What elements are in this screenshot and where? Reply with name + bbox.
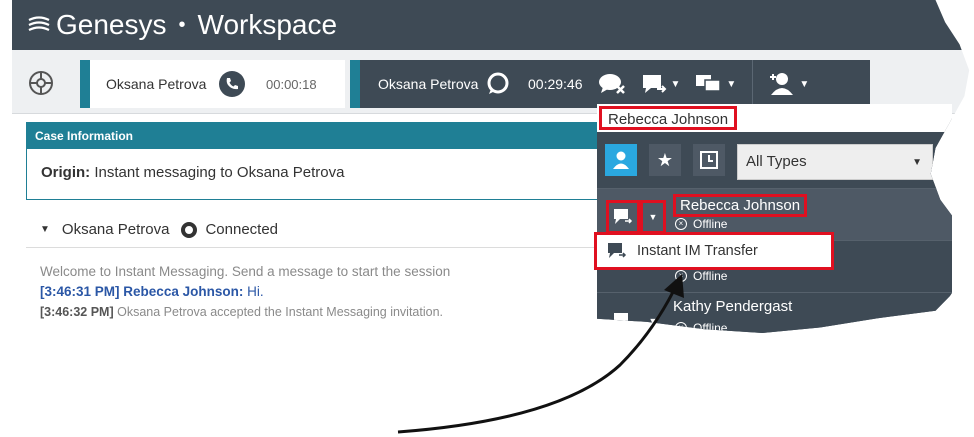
contact-status-label: Offline xyxy=(693,269,728,283)
message-timestamp: [3:46:31 PM] xyxy=(40,284,120,299)
type-filter-select[interactable]: All Types ▼ xyxy=(737,144,933,180)
chat-icon xyxy=(487,72,509,94)
search-input-value[interactable]: Rebecca Johnson xyxy=(599,106,738,130)
contact-name: Rebecca Johnson xyxy=(673,194,808,217)
message-sender: Rebecca Johnson: xyxy=(123,284,244,299)
voice-timer: 00:00:18 xyxy=(266,76,317,92)
contact-action-button[interactable] xyxy=(606,200,640,234)
contact-item[interactable]: ▼ Kathy Pendergast × Offline xyxy=(597,292,952,337)
person-icon xyxy=(613,151,629,169)
contact-action-dropdown[interactable]: ▼ xyxy=(643,307,663,335)
party-name: Oksana Petrova xyxy=(61,221,170,238)
chat-timer: 00:29:46 xyxy=(528,76,583,92)
phone-icon xyxy=(219,71,245,97)
contact-status-label: Offline xyxy=(693,321,728,335)
chevron-down-icon: ▼ xyxy=(726,78,737,90)
brand-name: Genesys xyxy=(56,9,167,40)
case-origin: Origin: Instant messaging to Oksana Petr… xyxy=(27,149,625,196)
transfer-chat-button[interactable]: ▼ xyxy=(641,72,681,96)
genesys-logo-icon xyxy=(28,16,50,31)
voice-party-name: Oksana Petrova xyxy=(106,76,207,92)
consult-button[interactable]: ▼ xyxy=(694,72,736,96)
chevron-down-icon: ▼ xyxy=(670,78,681,90)
add-party-button[interactable]: ▼ xyxy=(767,71,809,97)
origin-value: Instant messaging to Oksana Petrova xyxy=(94,164,345,181)
transfer-chat-icon xyxy=(614,313,633,328)
chat-interaction-tab[interactable]: Oksana Petrova 00:29:46 ▼ ▼ ▼ xyxy=(350,60,870,108)
instant-im-transfer-menu-item[interactable]: Instant IM Transfer xyxy=(594,232,834,270)
chat-party-name: Oksana Petrova xyxy=(378,76,479,92)
event-timestamp: [3:46:32 PM] xyxy=(40,305,114,319)
collapse-icon[interactable]: ▼ xyxy=(40,224,50,235)
type-filter-value: All Types xyxy=(746,153,807,170)
contact-action-button[interactable] xyxy=(609,307,637,335)
case-header[interactable]: Case Information xyxy=(27,123,625,149)
contact-status-label: Offline xyxy=(693,217,728,231)
end-chat-button[interactable] xyxy=(597,71,627,97)
transfer-chat-icon xyxy=(614,209,633,224)
chevron-down-icon: ▼ xyxy=(912,157,922,168)
offline-icon: × xyxy=(675,218,687,230)
filter-bar: ★ All Types ▼ xyxy=(597,132,952,188)
menu-item-label: Instant IM Transfer xyxy=(637,243,758,259)
connected-status-icon xyxy=(181,221,198,238)
transcript-welcome: Welcome to Instant Messaging. Send a mes… xyxy=(40,264,451,279)
add-person-icon xyxy=(770,73,794,95)
star-icon: ★ xyxy=(656,149,674,170)
recent-filter[interactable] xyxy=(693,144,725,176)
chat-transcript: Welcome to Instant Messaging. Send a mes… xyxy=(26,256,626,337)
favorites-filter[interactable]: ★ xyxy=(649,144,681,176)
party-status: Connected xyxy=(205,221,279,238)
app-name: Workspace xyxy=(197,9,338,40)
message-text: Hi. xyxy=(247,284,264,299)
toolbar-divider xyxy=(752,60,754,108)
consult-icon xyxy=(696,75,722,92)
contact-status: × Offline xyxy=(675,321,727,335)
contact-status: × Offline xyxy=(675,269,727,283)
transcript-message: [3:46:31 PM] Rebecca Johnson: Hi. xyxy=(40,282,612,302)
voice-interaction-tab[interactable]: Oksana Petrova 00:00:18 xyxy=(80,60,345,108)
party-status-row[interactable]: ▼ Oksana Petrova Connected xyxy=(26,212,626,248)
contact-name: Kathy Pendergast xyxy=(673,298,793,315)
transfer-chat-icon xyxy=(608,243,627,258)
workspace-window: Genesys • Workspace Oksana Petrova 00:00… xyxy=(12,0,970,337)
offline-icon: × xyxy=(675,322,687,334)
case-information-panel: Case Information Origin: Instant messagi… xyxy=(26,122,626,200)
transcript-event: [3:46:32 PM] Oksana Petrova accepted the… xyxy=(40,302,612,322)
offline-icon: × xyxy=(675,270,687,282)
chevron-down-icon: ▼ xyxy=(799,78,810,90)
chevron-down-icon: ▼ xyxy=(648,316,658,326)
title-bar: Genesys • Workspace xyxy=(12,0,970,50)
main-menu-icon[interactable] xyxy=(28,70,54,96)
end-chat-icon xyxy=(598,74,625,94)
contact-action-dropdown[interactable]: ▼ xyxy=(640,200,666,234)
transfer-chat-icon xyxy=(642,75,666,93)
chevron-down-icon: ▼ xyxy=(648,212,658,222)
origin-label: Origin: xyxy=(41,164,91,181)
title-separator: • xyxy=(178,13,186,36)
recent-icon xyxy=(700,151,718,169)
all-contacts-filter[interactable] xyxy=(605,144,637,176)
event-text: Oksana Petrova accepted the Instant Mess… xyxy=(117,305,444,319)
team-communicator-search[interactable]: Rebecca Johnson xyxy=(597,104,952,132)
contact-status: × Offline xyxy=(675,217,727,231)
